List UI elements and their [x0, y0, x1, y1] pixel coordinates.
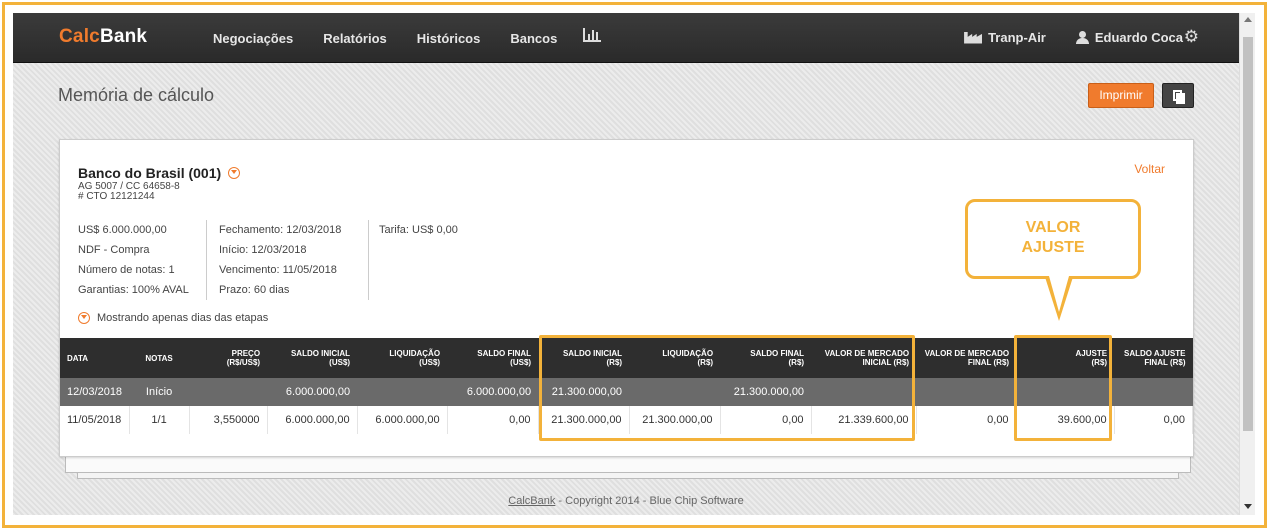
main-menu: Negociações Relatórios Históricos Bancos — [213, 31, 587, 46]
table-cell: 1/1 — [129, 406, 190, 434]
col-header: SALDO INICIAL (US$) — [267, 338, 358, 378]
bank-account-info: AG 5007 / CC 64658-8 # CTO 12121244 — [78, 181, 180, 202]
table-cell — [189, 378, 268, 406]
page-footer: CalcBank - Copyright 2014 - Blue Chip So… — [508, 495, 744, 507]
col-header: VALOR DE MERCADO FINAL (R$) — [916, 338, 1017, 378]
nav-link-relatorios[interactable]: Relatórios — [323, 31, 387, 46]
copy-button[interactable] — [1162, 83, 1194, 108]
bank-title: Banco do Brasil (001) — [78, 165, 241, 181]
table-cell: 3,550000 — [189, 406, 268, 434]
factory-icon — [964, 31, 983, 44]
callout-valor-ajuste: VALOR AJUSTE — [965, 199, 1141, 279]
page-title: Memória de cálculo — [58, 85, 215, 105]
deal-summary: US$ 6.000.000,00 NDF - Compra Número de … — [78, 224, 189, 296]
print-button[interactable]: Imprimir — [1088, 83, 1154, 108]
col-header: LIQUIDAÇÃO (US$) — [357, 338, 448, 378]
gear-icon[interactable]: ⚙ — [1184, 27, 1199, 47]
nav-right: Tranp-Air Eduardo Coca — [934, 30, 1183, 45]
highlight-box-ajuste — [1014, 335, 1112, 441]
table-cell: 11/05/2018 — [60, 406, 130, 434]
table-cell — [357, 378, 448, 406]
chevron-down-icon — [78, 312, 90, 324]
table-cell: 12/03/2018 — [60, 378, 130, 406]
table-cell — [916, 378, 1017, 406]
nav-link-historicos[interactable]: Históricos — [417, 31, 481, 46]
nav-link-negociacoes[interactable]: Negociações — [213, 31, 293, 46]
footer-link[interactable]: CalcBank — [508, 495, 555, 507]
scroll-thumb[interactable] — [1243, 37, 1253, 431]
user-menu[interactable]: Eduardo Coca — [1075, 30, 1183, 45]
steps-toggle[interactable]: Mostrando apenas dias das etapas — [78, 312, 268, 324]
company-selector[interactable]: Tranp-Air — [964, 30, 1046, 45]
table-cell: Início — [129, 378, 190, 406]
table-cell: 0,00 — [447, 406, 539, 434]
table-cell: 6.000.000,00 — [357, 406, 448, 434]
col-header: NOTAS — [129, 338, 190, 378]
highlight-box-brl — [539, 335, 915, 441]
table-cell: 0,00 — [916, 406, 1017, 434]
callout-pointer-inner — [1049, 276, 1069, 312]
app-logo[interactable]: CalcBank — [59, 26, 147, 48]
table-cell: 6.000.000,00 — [267, 378, 358, 406]
deal-fee: Tarifa: US$ 0,00 — [368, 220, 458, 300]
scroll-down-icon[interactable] — [1244, 504, 1252, 509]
user-icon — [1075, 31, 1089, 44]
chevron-down-icon[interactable] — [228, 167, 241, 179]
col-header: SALDO FINAL (US$) — [447, 338, 539, 378]
nav-link-bancos[interactable]: Bancos — [510, 31, 557, 46]
table-cell: 6.000.000,00 — [267, 406, 358, 434]
col-header: PREÇO (R$/US$) — [189, 338, 268, 378]
bar-chart-icon[interactable] — [583, 28, 601, 42]
table-cell: 6.000.000,00 — [447, 378, 539, 406]
col-header: DATA — [60, 338, 130, 378]
top-navbar: CalcBank Negociações Relatórios Históric… — [13, 13, 1239, 63]
app-viewport: CalcBank Negociações Relatórios Históric… — [13, 13, 1239, 515]
deal-dates: Fechamento: 12/03/2018 Início: 12/03/201… — [206, 220, 341, 300]
scroll-up-icon[interactable] — [1244, 17, 1252, 22]
vertical-scrollbar[interactable] — [1239, 13, 1255, 515]
col-header: SALDO AJUSTE FINAL (R$) — [1114, 338, 1193, 378]
table-cell: 0,00 — [1114, 406, 1194, 434]
table-cell — [1114, 378, 1193, 406]
back-link[interactable]: Voltar — [1134, 162, 1165, 176]
